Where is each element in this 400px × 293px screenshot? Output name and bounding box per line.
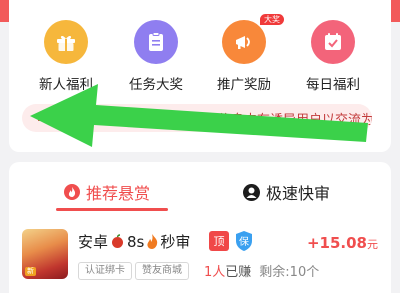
reward-number: +15.08 xyxy=(306,234,367,252)
tag-chip: 认证绑卡 xyxy=(78,262,132,280)
flame-icon xyxy=(64,184,80,200)
notice-bar[interactable]: 近期有用户反馈部分悬赏主信息中有诱导用户以交流为由添加私人联系方式后推荐其他项目 xyxy=(22,104,372,132)
svg-text:保: 保 xyxy=(239,235,249,248)
tile-label: 新人福利 xyxy=(39,77,93,93)
megaphone-icon: 大奖 xyxy=(222,14,284,64)
tab-label: 推荐悬赏 xyxy=(86,184,151,203)
gift-icon xyxy=(44,20,88,64)
task-title: 安卓 8s 秒审 xyxy=(78,231,190,252)
earned-label: 已赚 xyxy=(225,265,252,280)
task-thumbnail: 新 xyxy=(22,229,68,279)
clipboard-icon xyxy=(134,20,178,64)
tile-daily-benefits[interactable]: 每日福利 xyxy=(293,20,373,93)
reward-amount: +15.08元 xyxy=(307,233,378,252)
tag-chip: 赞友商城 xyxy=(135,262,189,280)
title-main: 安卓 xyxy=(78,233,109,251)
title-time: 8s xyxy=(127,232,145,251)
speaker-icon xyxy=(38,112,51,124)
big-prize-badge: 大奖 xyxy=(260,14,284,25)
task-item[interactable]: 新 安卓 8s 秒审 顶 保 +15.08元 认证绑卡 赞友商城 1人已赚 剩余:… xyxy=(22,229,382,293)
tile-new-user-benefits[interactable]: 新人福利 xyxy=(26,20,106,93)
tab-recommended-rewards[interactable]: 推荐悬赏 xyxy=(64,180,150,204)
tile-promotion-rewards[interactable]: 大奖 推广奖励 xyxy=(204,14,284,93)
thumbnail-tag: 新 xyxy=(25,267,36,276)
shield-icon: 保 xyxy=(234,230,254,252)
tile-label: 每日福利 xyxy=(306,77,360,93)
calendar-check-icon xyxy=(311,20,355,64)
reward-unit: 元 xyxy=(367,238,378,251)
task-stats: 1人已赚 剩余:10个 xyxy=(204,261,319,280)
remaining-count: 剩余:10个 xyxy=(259,265,320,280)
apple-icon xyxy=(112,234,124,248)
active-tab-indicator xyxy=(56,208,168,211)
tile-label: 任务大奖 xyxy=(129,77,183,93)
fire-icon xyxy=(147,234,158,249)
tile-label: 推广奖励 xyxy=(217,77,271,93)
tile-task-rewards[interactable]: 任务大奖 xyxy=(116,20,196,93)
top-badge: 顶 xyxy=(209,231,229,251)
earned-count: 1人 xyxy=(204,265,226,280)
tab-label: 极速快审 xyxy=(266,184,331,203)
title-suffix: 秒审 xyxy=(160,233,191,251)
notice-text: 近期有用户反馈部分悬赏主信息中有诱导用户以交流为由添加私人联系方式后推荐其他项目 xyxy=(62,112,372,128)
person-icon xyxy=(243,183,260,201)
tab-fast-review[interactable]: 极速快审 xyxy=(243,180,330,204)
